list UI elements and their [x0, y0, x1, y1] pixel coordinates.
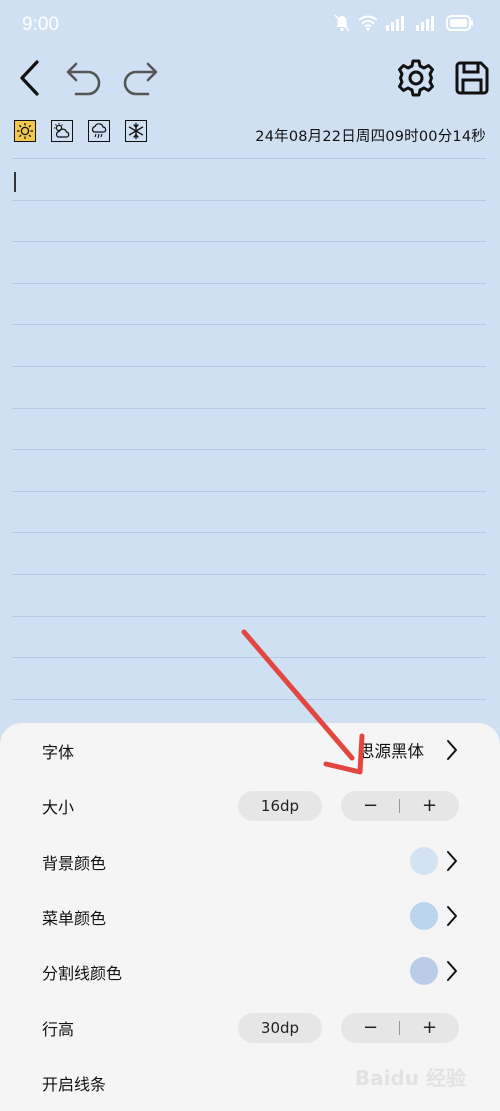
divider: [12, 698, 486, 700]
save-icon[interactable]: [450, 55, 494, 101]
back-icon[interactable]: [8, 55, 52, 101]
chevron-right-icon: [446, 739, 458, 765]
size-increase-button[interactable]: +: [400, 791, 459, 821]
settings-icon[interactable]: [394, 55, 438, 101]
background-color-label: 背景颜色: [42, 854, 107, 873]
size-value: 16dp: [238, 791, 322, 821]
divider: [12, 199, 486, 201]
mute-icon: [334, 14, 350, 36]
undo-icon[interactable]: [62, 55, 106, 101]
divider: [12, 657, 486, 659]
chevron-right-icon: [446, 850, 458, 876]
divider-color-swatch[interactable]: [410, 957, 438, 985]
entry-datetime: 24年08月22日周四09时00分14秒: [255, 129, 486, 145]
line-height-value: 30dp: [238, 1013, 322, 1043]
ruled-lines: [12, 158, 486, 740]
font-label: 字体: [42, 743, 75, 762]
text-cursor[interactable]: [14, 172, 16, 192]
cloudy-icon[interactable]: [51, 120, 73, 142]
menu-color-swatch[interactable]: [410, 902, 438, 930]
divider: [12, 573, 486, 575]
rainy-icon[interactable]: [88, 120, 110, 142]
weather-selector: [14, 120, 147, 142]
menu-color-label: 菜单颜色: [42, 909, 107, 928]
signal-icon: [416, 15, 438, 35]
wifi-icon: [358, 15, 378, 35]
line-height-row: 行高 30dp − +: [0, 1000, 500, 1056]
status-bar: 9:00: [0, 0, 500, 50]
battery-icon: [446, 15, 474, 35]
size-stepper: − +: [341, 791, 459, 821]
line-height-decrease-button[interactable]: −: [341, 1013, 400, 1043]
divider: [12, 615, 486, 617]
line-height-label: 行高: [42, 1020, 75, 1039]
divider: [12, 365, 486, 367]
divider: [12, 449, 486, 451]
size-decrease-button[interactable]: −: [341, 791, 400, 821]
size-row: 大小 16dp − +: [0, 778, 500, 834]
chevron-right-icon: [446, 960, 458, 986]
divider: [12, 490, 486, 492]
settings-sheet: 字体 思源黑体 大小 16dp − + 背景颜色 菜单颜色 分割线颜色 行高 3…: [0, 723, 500, 1111]
size-label: 大小: [42, 798, 75, 817]
divider: [12, 407, 486, 409]
background-color-swatch[interactable]: [410, 847, 438, 875]
font-value: 思源黑体: [358, 742, 424, 761]
sunny-icon[interactable]: [14, 120, 36, 142]
enable-lines-label: 开启线条: [42, 1075, 107, 1094]
menu-color-row[interactable]: 菜单颜色: [0, 889, 500, 945]
divider-color-label: 分割线颜色: [42, 964, 123, 983]
background-color-row[interactable]: 背景颜色: [0, 834, 500, 890]
font-row[interactable]: 字体 思源黑体: [0, 723, 500, 779]
divider: [12, 324, 486, 326]
divider-color-row[interactable]: 分割线颜色: [0, 944, 500, 1000]
status-time: 9:00: [22, 14, 59, 35]
chevron-right-icon: [446, 905, 458, 931]
divider: [12, 282, 486, 284]
line-height-stepper: − +: [341, 1013, 459, 1043]
toolbar: [0, 55, 500, 105]
divider: [12, 241, 486, 243]
divider: [12, 532, 486, 534]
line-height-increase-button[interactable]: +: [400, 1013, 459, 1043]
watermark: Baidu 经验: [354, 1066, 466, 1090]
snow-icon[interactable]: [125, 120, 147, 142]
redo-icon[interactable]: [118, 55, 162, 101]
divider: [12, 158, 486, 159]
signal-icon: [386, 15, 408, 35]
